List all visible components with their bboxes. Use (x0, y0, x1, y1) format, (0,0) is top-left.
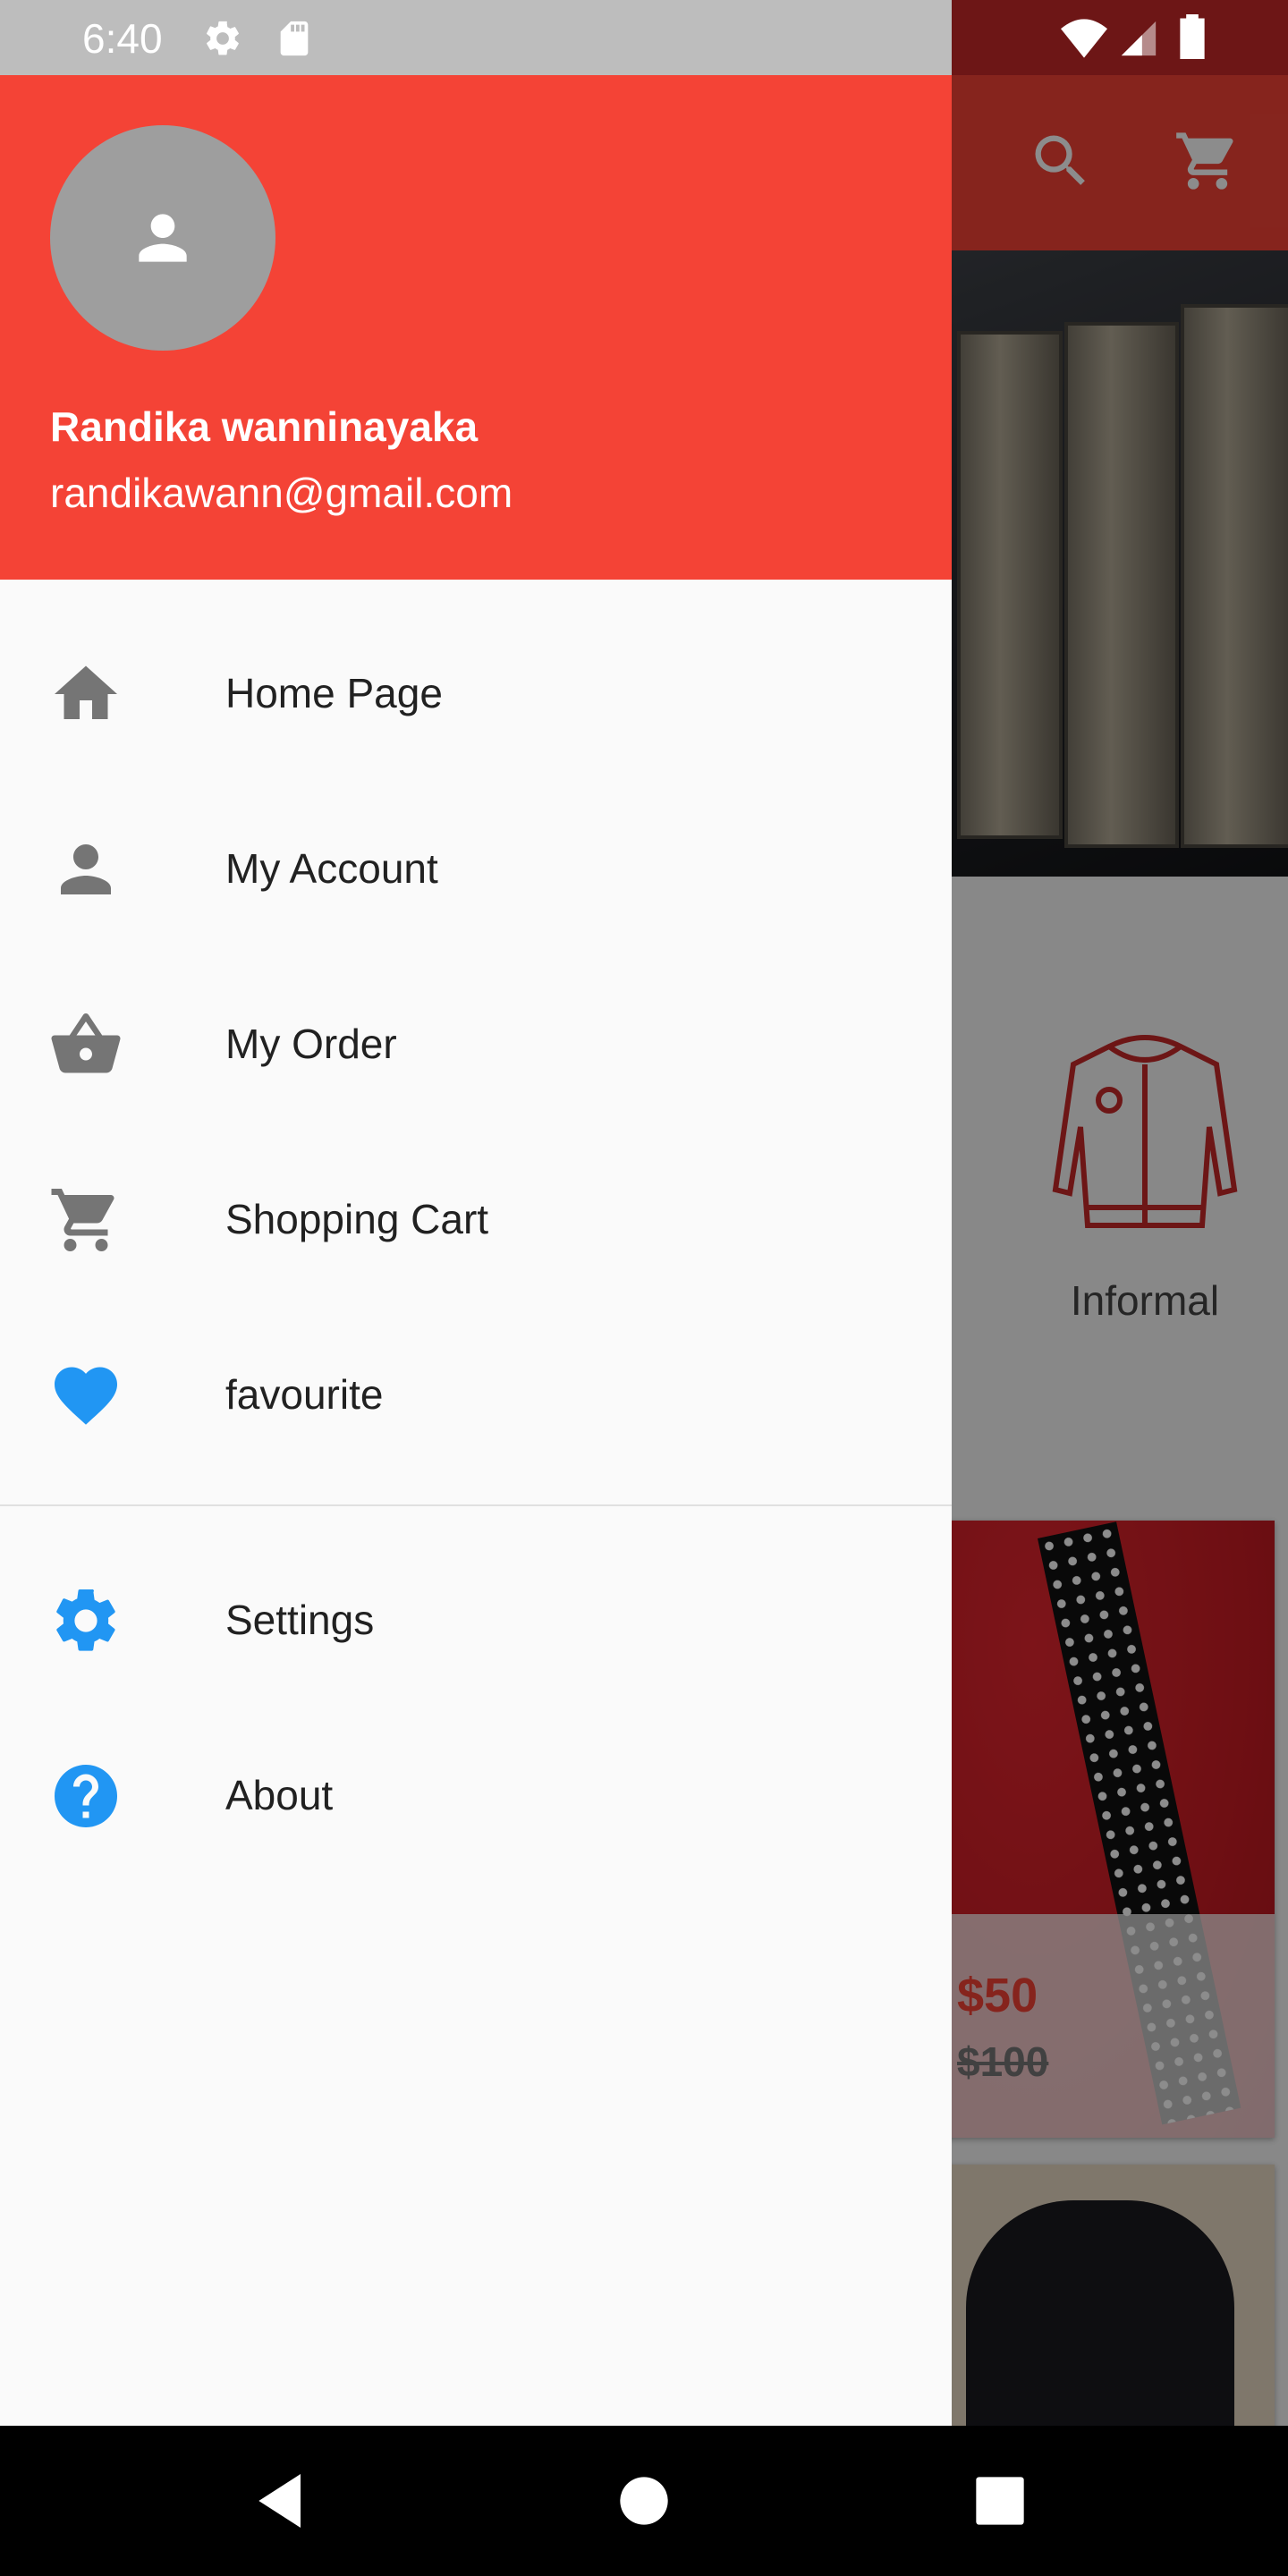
sd-card-icon (280, 21, 309, 56)
menu-item-favourite[interactable]: favourite (0, 1308, 952, 1483)
menu-item-about[interactable]: About (0, 1708, 952, 1884)
home-icon (55, 665, 117, 719)
status-bar: 6:40 (0, 0, 952, 75)
avatar[interactable] (50, 125, 275, 351)
menu-item-shopping-cart[interactable]: Shopping Cart (0, 1132, 952, 1308)
system-navigation-bar (0, 2426, 1288, 2576)
drawer-header: Randika wanninayaka randikawann@gmail.co… (0, 75, 952, 580)
user-email: randikawann@gmail.com (50, 470, 513, 516)
menu-item-label: Shopping Cart (225, 1196, 489, 1242)
menu-item-settings[interactable]: Settings (0, 1533, 952, 1708)
navigation-drawer: Randika wanninayaka randikawann@gmail.co… (0, 75, 952, 2426)
recents-icon[interactable] (964, 2465, 1036, 2537)
cart-icon (51, 1189, 114, 1251)
menu-item-my-order[interactable]: My Order (0, 957, 952, 1132)
wifi-icon (1061, 19, 1107, 58)
basket-icon (51, 1013, 121, 1073)
home-button-icon[interactable] (608, 2465, 680, 2537)
settings-status-icon (207, 21, 239, 55)
menu-item-label: Settings (225, 1597, 375, 1643)
help-icon (55, 1765, 117, 1827)
menu-item-label: Home Page (225, 670, 443, 716)
battery-icon (1180, 14, 1205, 59)
menu-item-label: My Order (225, 1021, 397, 1067)
settings-icon (56, 1589, 115, 1651)
back-icon[interactable] (247, 2465, 318, 2537)
status-time: 6:40 (82, 15, 163, 62)
user-name: Randika wanninayaka (50, 403, 479, 450)
menu-item-home-page[interactable]: Home Page (0, 606, 952, 782)
menu-item-my-account[interactable]: My Account (0, 782, 952, 957)
person-icon (139, 214, 187, 262)
heart-icon (55, 1367, 117, 1425)
drawer-divider (0, 1504, 952, 1506)
menu-item-label: About (225, 1772, 334, 1818)
menu-item-label: My Account (225, 845, 438, 892)
signal-icon (1121, 21, 1157, 56)
menu-item-label: favourite (225, 1371, 384, 1418)
person-icon (61, 844, 111, 894)
